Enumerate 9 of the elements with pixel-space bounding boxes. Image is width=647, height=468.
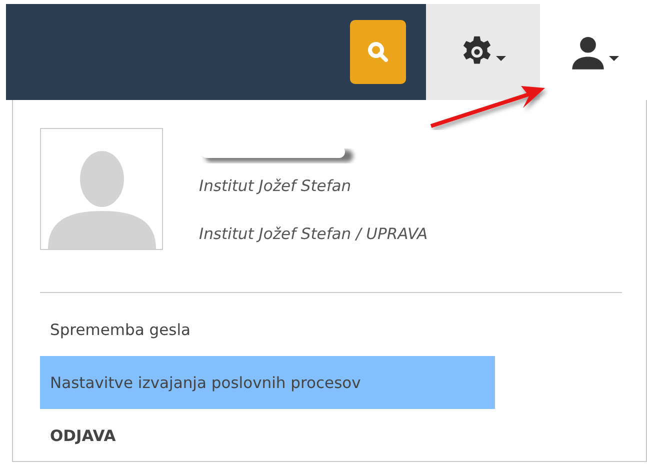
- menu-item[interactable]: Nastavitve izvajanja poslovnih procesov: [40, 356, 495, 409]
- caret-icon: [496, 56, 506, 62]
- organization-text: Institut Jožef Stefan: [199, 176, 352, 197]
- settings-menu-button[interactable]: [426, 4, 540, 100]
- logout-link[interactable]: ODJAVA: [40, 409, 495, 462]
- caret-icon: [608, 56, 618, 62]
- menu-item[interactable]: Sprememba gesla: [40, 303, 495, 356]
- department-text: Institut Jožef Stefan / UPRAVA: [199, 224, 428, 245]
- search-icon: [366, 40, 390, 64]
